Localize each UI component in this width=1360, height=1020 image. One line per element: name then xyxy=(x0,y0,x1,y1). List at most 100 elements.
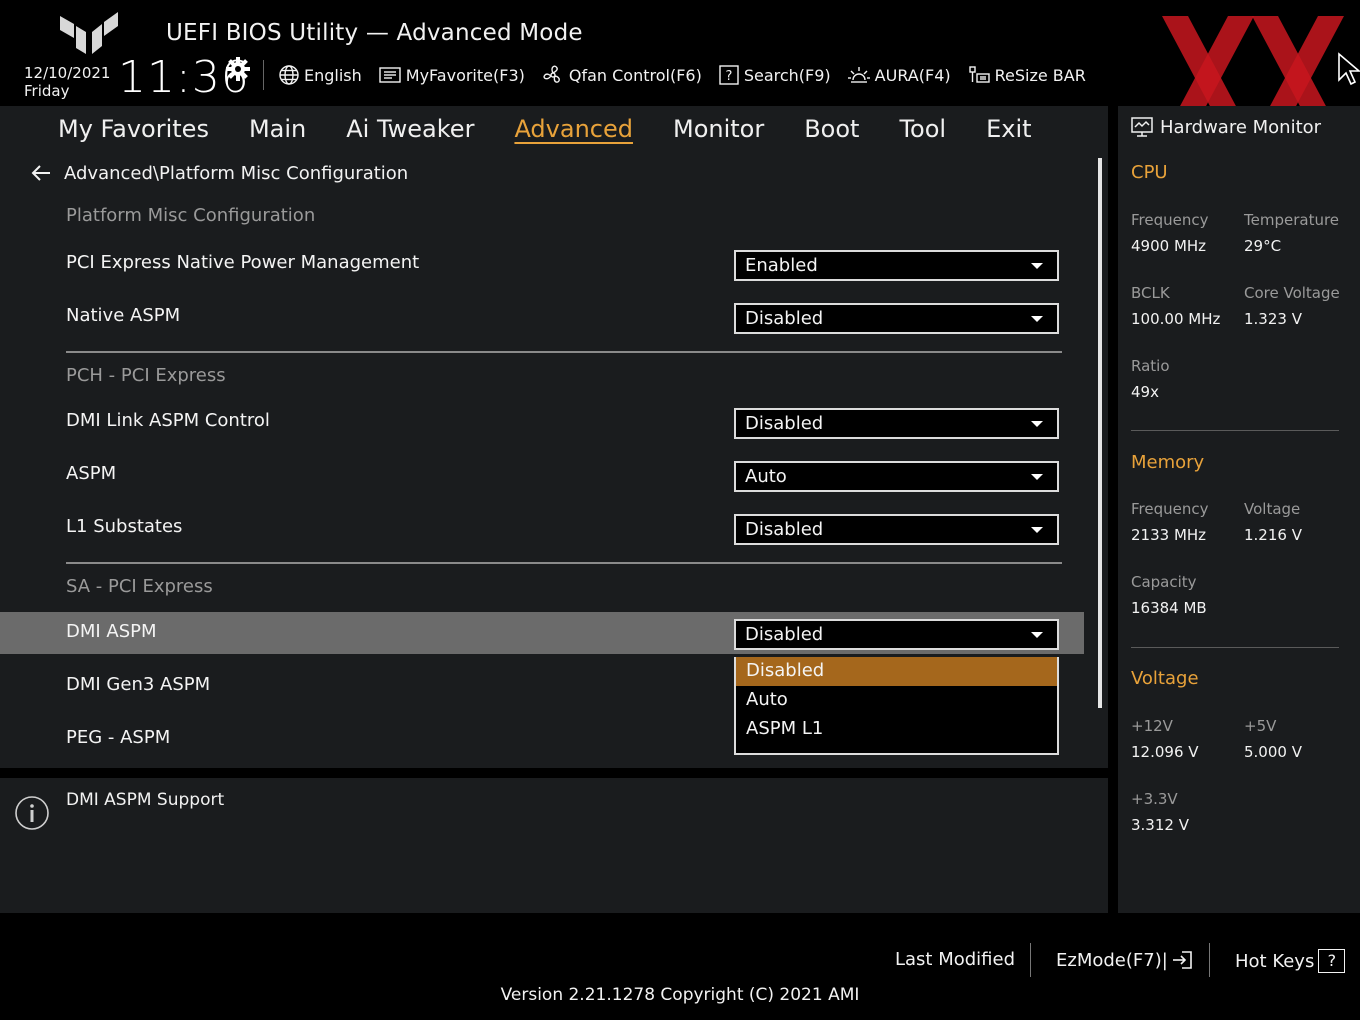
dropdown-value: Disabled xyxy=(745,413,824,434)
last-modified-button[interactable]: Last Modified xyxy=(895,949,1015,970)
search-button[interactable]: ? Search(F9) xyxy=(718,64,831,86)
date-text: 12/10/2021 xyxy=(24,64,111,82)
footer-divider xyxy=(1209,943,1210,977)
hot-keys-label: Hot Keys xyxy=(1235,950,1315,972)
voltage-33v-label: +3.3V xyxy=(1131,790,1178,808)
qfan-label: Qfan Control(F6) xyxy=(568,65,702,85)
dropdown-value: Enabled xyxy=(745,255,818,276)
memory-voltage-value: 1.216 V xyxy=(1244,526,1302,544)
tab-advanced[interactable]: Advanced xyxy=(514,114,633,144)
section-divider xyxy=(66,351,1062,353)
info-icon xyxy=(15,796,49,830)
resize-bar-icon xyxy=(968,66,990,83)
tab-my-favorites[interactable]: My Favorites xyxy=(58,114,209,144)
voltage-12v-label: +12V xyxy=(1131,717,1173,735)
option-disabled[interactable]: Disabled xyxy=(736,657,1057,686)
hw-title-text: Hardware Monitor xyxy=(1160,116,1322,138)
svg-text:?: ? xyxy=(725,69,732,84)
dmi-link-aspm-dropdown[interactable]: Disabled xyxy=(734,408,1059,439)
back-arrow-icon[interactable] xyxy=(30,164,52,182)
tab-boot[interactable]: Boot xyxy=(804,114,859,144)
last-modified-label: Last Modified xyxy=(895,949,1016,970)
cpu-bclk-label: BCLK xyxy=(1131,284,1170,302)
setting-row-l1-substates[interactable]: L1 Substates Disabled xyxy=(0,507,1084,549)
aspm-dropdown[interactable]: Auto xyxy=(734,461,1059,492)
header-bar: UEFI BIOS Utility — Advanced Mode 12/10/… xyxy=(0,0,1360,140)
pcie-native-pm-dropdown[interactable]: Enabled xyxy=(734,250,1059,281)
cpu-temperature-label: Temperature xyxy=(1244,211,1340,229)
day-text: Friday xyxy=(24,82,70,100)
native-aspm-dropdown[interactable]: Disabled xyxy=(734,303,1059,334)
gear-icon[interactable] xyxy=(225,56,251,82)
section-sa-pci-express: SA - PCI Express xyxy=(66,576,213,597)
chevron-down-icon xyxy=(1031,263,1043,269)
memory-frequency-value: 2133 MHz xyxy=(1131,526,1207,544)
language-label: English xyxy=(304,65,362,85)
dropdown-value: Disabled xyxy=(745,519,824,540)
setting-label: DMI Gen3 ASPM xyxy=(66,674,211,695)
footer-bar: Last Modified EzMode(F7)| Hot Keys ? Ver… xyxy=(0,913,1360,1020)
aura-light-icon xyxy=(847,67,870,83)
setting-label: DMI ASPM xyxy=(66,621,157,642)
memory-heading: Memory xyxy=(1131,452,1205,473)
cpu-temperature-value: 29°C xyxy=(1244,237,1282,255)
voltage-12v-value: 12.096 V xyxy=(1131,743,1199,761)
qfan-control-button[interactable]: Qfan Control(F6) xyxy=(541,63,702,87)
setting-row-dmi-aspm[interactable]: DMI ASPM Disabled xyxy=(0,612,1084,654)
tab-monitor[interactable]: Monitor xyxy=(673,114,764,144)
dmi-aspm-dropdown[interactable]: Disabled xyxy=(734,619,1059,650)
aura-label: AURA(F4) xyxy=(874,65,951,85)
chevron-down-icon xyxy=(1031,474,1043,480)
l1-substates-dropdown[interactable]: Disabled xyxy=(734,514,1059,545)
voltage-5v-value: 5.000 V xyxy=(1244,743,1302,761)
memory-capacity-label: Capacity xyxy=(1131,573,1197,591)
breadcrumb[interactable]: Advanced\Platform Misc Configuration xyxy=(30,160,408,186)
footer-divider xyxy=(1030,943,1031,977)
setting-row-pcie-native-pm[interactable]: PCI Express Native Power Management Enab… xyxy=(0,243,1084,285)
search-label: Search(F9) xyxy=(743,65,831,85)
ezmode-button[interactable]: EzMode(F7)| xyxy=(1056,949,1194,971)
dmi-aspm-options-popup: Disabled Auto ASPM L1 xyxy=(734,657,1059,755)
cpu-ratio-value: 49x xyxy=(1131,383,1159,401)
setting-row-native-aspm[interactable]: Native ASPM Disabled xyxy=(0,296,1084,338)
setting-label: L1 Substates xyxy=(66,516,183,537)
hw-divider xyxy=(1131,430,1339,431)
aura-button[interactable]: AURA(F4) xyxy=(847,64,951,86)
tab-main[interactable]: Main xyxy=(249,114,306,144)
memory-frequency-label: Frequency xyxy=(1131,500,1209,518)
resize-bar-label: ReSize BAR xyxy=(994,65,1086,85)
globe-icon xyxy=(279,65,299,85)
cpu-frequency-value: 4900 MHz xyxy=(1131,237,1207,255)
language-button[interactable]: English xyxy=(278,64,362,86)
setting-row-aspm[interactable]: ASPM Auto xyxy=(0,454,1084,496)
hw-divider xyxy=(1131,647,1339,648)
myfavorite-button[interactable]: MyFavorite(F3) xyxy=(378,65,525,85)
help-panel: DMI ASPM Support xyxy=(0,778,1108,913)
tab-tool[interactable]: Tool xyxy=(899,114,946,144)
chevron-down-icon xyxy=(1031,632,1043,638)
hardware-monitor-panel: Hardware Monitor CPU Frequency Temperatu… xyxy=(1118,106,1360,913)
resize-bar-button[interactable]: ReSize BAR xyxy=(967,64,1086,86)
dropdown-value: Disabled xyxy=(745,624,824,645)
chevron-down-icon xyxy=(1031,527,1043,533)
tab-exit[interactable]: Exit xyxy=(986,114,1031,144)
setting-label: DMI Link ASPM Control xyxy=(66,410,270,431)
option-aspm-l1[interactable]: ASPM L1 xyxy=(736,715,1057,744)
search-help-icon: ? xyxy=(719,65,739,85)
setting-label: Native ASPM xyxy=(66,305,181,326)
toolbar: English MyFavorite(F3) Qfan Control(F6) … xyxy=(278,61,1102,89)
tab-ai-tweaker[interactable]: Ai Tweaker xyxy=(346,114,474,144)
option-auto[interactable]: Auto xyxy=(736,686,1057,715)
scrollbar[interactable] xyxy=(1098,158,1102,708)
section-divider xyxy=(66,562,1062,564)
chevron-down-icon xyxy=(1031,316,1043,322)
memory-voltage-label: Voltage xyxy=(1244,500,1301,518)
hot-keys-button[interactable]: Hot Keys ? xyxy=(1235,949,1346,973)
cpu-frequency-label: Frequency xyxy=(1131,211,1209,229)
fan-icon xyxy=(543,65,560,83)
exit-to-ezmode-icon xyxy=(1172,951,1192,969)
tuf-logo-icon xyxy=(60,12,118,54)
favorite-list-icon xyxy=(379,67,401,83)
setting-row-dmi-link-aspm[interactable]: DMI Link ASPM Control Disabled xyxy=(0,401,1084,443)
setting-label: PEG - ASPM xyxy=(66,727,171,748)
